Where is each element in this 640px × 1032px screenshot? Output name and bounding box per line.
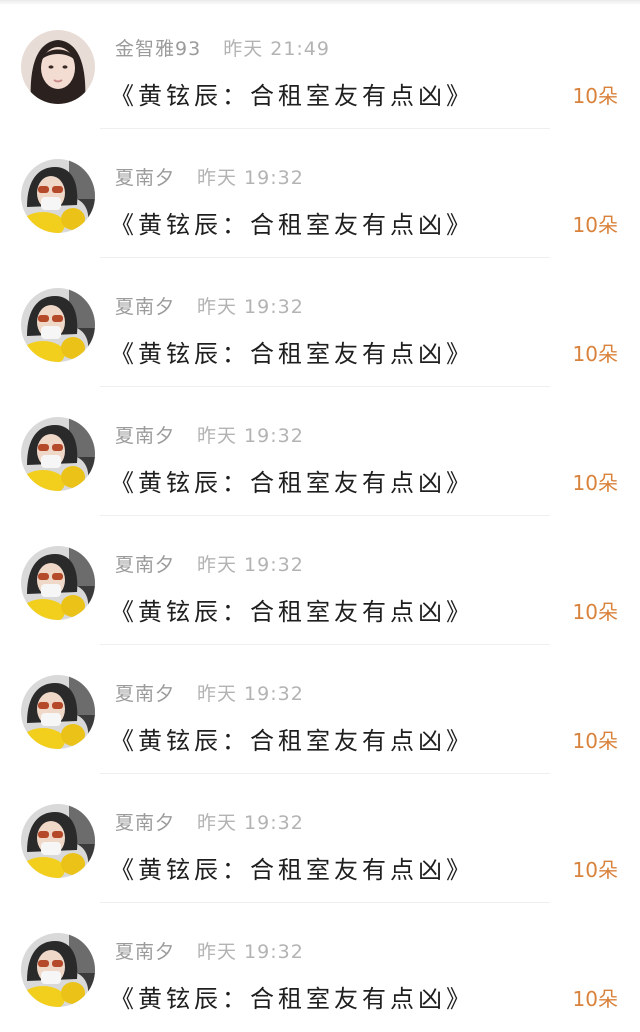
name-line: 夏南夕 昨天 19:32 xyxy=(115,808,304,835)
timestamp: 昨天 19:32 xyxy=(197,167,304,189)
avatar[interactable] xyxy=(21,804,95,878)
avatar[interactable] xyxy=(21,546,95,620)
flower-count: 10朵 xyxy=(572,858,618,882)
sunglasses-portrait-icon xyxy=(21,159,95,233)
avatar[interactable] xyxy=(21,159,95,233)
comment-item[interactable]: 夏南夕 昨天 19:32 《黄铉辰：合租室友有点凶》 10朵 xyxy=(0,903,640,1032)
comment-item[interactable]: 夏南夕 昨天 19:32 《黄铉辰：合租室友有点凶》 10朵 xyxy=(0,258,640,387)
username[interactable]: 夏南夕 xyxy=(115,167,175,189)
username[interactable]: 夏南夕 xyxy=(115,812,175,834)
username[interactable]: 夏南夕 xyxy=(115,425,175,447)
comment-text: 《黄铉辰：合租室友有点凶》 xyxy=(110,211,474,239)
avatar[interactable] xyxy=(21,288,95,362)
comment-item[interactable]: 金智雅93 昨天 21:49 《黄铉辰：合租室友有点凶》 10朵 xyxy=(0,0,640,129)
flower-count: 10朵 xyxy=(572,84,618,108)
sunglasses-portrait-icon xyxy=(21,804,95,878)
sunglasses-portrait-icon xyxy=(21,417,95,491)
name-line: 金智雅93 昨天 21:49 xyxy=(115,34,330,61)
avatar[interactable] xyxy=(21,417,95,491)
timestamp: 昨天 19:32 xyxy=(197,554,304,576)
timestamp: 昨天 19:32 xyxy=(197,941,304,963)
flower-count: 10朵 xyxy=(572,987,618,1011)
comment-text: 《黄铉辰：合租室友有点凶》 xyxy=(110,985,474,1013)
flower-count: 10朵 xyxy=(572,600,618,624)
sunglasses-portrait-icon xyxy=(21,933,95,1007)
flower-count: 10朵 xyxy=(572,342,618,366)
comment-text: 《黄铉辰：合租室友有点凶》 xyxy=(110,340,474,368)
comment-item[interactable]: 夏南夕 昨天 19:32 《黄铉辰：合租室友有点凶》 10朵 xyxy=(0,645,640,774)
sunglasses-portrait-icon xyxy=(21,675,95,749)
comment-item[interactable]: 夏南夕 昨天 19:32 《黄铉辰：合租室友有点凶》 10朵 xyxy=(0,129,640,258)
comment-text: 《黄铉辰：合租室友有点凶》 xyxy=(110,598,474,626)
username[interactable]: 夏南夕 xyxy=(115,941,175,963)
comment-text: 《黄铉辰：合租室友有点凶》 xyxy=(110,856,474,884)
comment-text: 《黄铉辰：合租室友有点凶》 xyxy=(110,82,474,110)
timestamp: 昨天 19:32 xyxy=(197,425,304,447)
username[interactable]: 夏南夕 xyxy=(115,296,175,318)
long-hair-portrait-icon xyxy=(21,30,95,104)
name-line: 夏南夕 昨天 19:32 xyxy=(115,163,304,190)
avatar[interactable] xyxy=(21,675,95,749)
flower-count: 10朵 xyxy=(572,471,618,495)
timestamp: 昨天 21:49 xyxy=(223,38,330,60)
username[interactable]: 夏南夕 xyxy=(115,683,175,705)
comment-text: 《黄铉辰：合租室友有点凶》 xyxy=(110,727,474,755)
flower-count: 10朵 xyxy=(572,729,618,753)
comment-item[interactable]: 夏南夕 昨天 19:32 《黄铉辰：合租室友有点凶》 10朵 xyxy=(0,516,640,645)
sunglasses-portrait-icon xyxy=(21,546,95,620)
timestamp: 昨天 19:32 xyxy=(197,683,304,705)
name-line: 夏南夕 昨天 19:32 xyxy=(115,679,304,706)
comment-text: 《黄铉辰：合租室友有点凶》 xyxy=(110,469,474,497)
sunglasses-portrait-icon xyxy=(21,288,95,362)
comment-item[interactable]: 夏南夕 昨天 19:32 《黄铉辰：合租室友有点凶》 10朵 xyxy=(0,387,640,516)
avatar[interactable] xyxy=(21,933,95,1007)
comment-list: 金智雅93 昨天 21:49 《黄铉辰：合租室友有点凶》 10朵 夏南夕 昨天 19… xyxy=(0,0,640,1032)
flower-count: 10朵 xyxy=(572,213,618,237)
timestamp: 昨天 19:32 xyxy=(197,296,304,318)
comment-item[interactable]: 夏南夕 昨天 19:32 《黄铉辰：合租室友有点凶》 10朵 xyxy=(0,774,640,903)
username[interactable]: 夏南夕 xyxy=(115,554,175,576)
username[interactable]: 金智雅93 xyxy=(115,38,201,60)
timestamp: 昨天 19:32 xyxy=(197,812,304,834)
name-line: 夏南夕 昨天 19:32 xyxy=(115,550,304,577)
name-line: 夏南夕 昨天 19:32 xyxy=(115,421,304,448)
name-line: 夏南夕 昨天 19:32 xyxy=(115,937,304,964)
name-line: 夏南夕 昨天 19:32 xyxy=(115,292,304,319)
avatar[interactable] xyxy=(21,30,95,104)
